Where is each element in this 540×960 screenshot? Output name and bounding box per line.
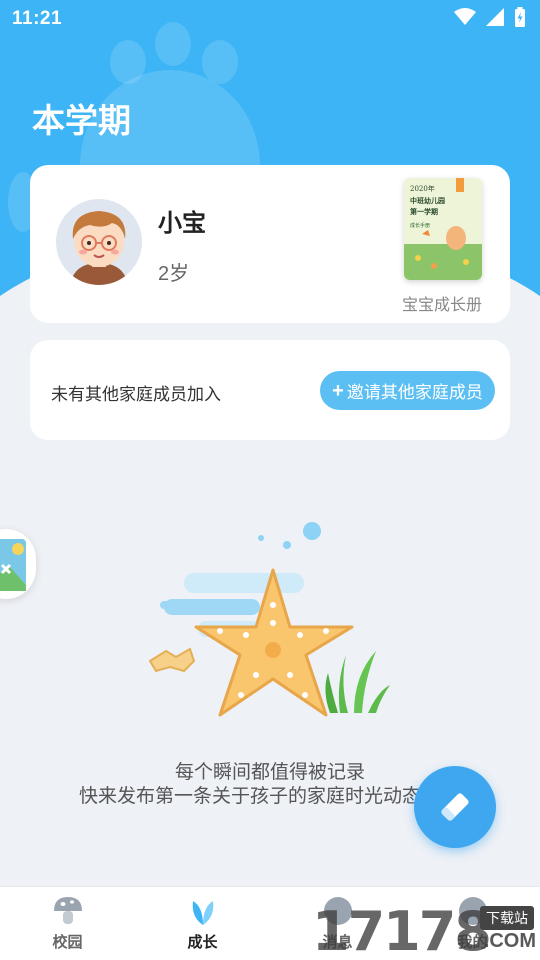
no-family-message: 未有其他家庭成员加入 bbox=[51, 385, 221, 404]
tab-label: 成长 bbox=[187, 934, 218, 951]
starfish-illustration bbox=[148, 522, 390, 717]
battery-icon bbox=[515, 7, 525, 27]
growth-book-label[interactable]: 宝宝成长册 bbox=[402, 291, 482, 315]
child-name: 小宝 bbox=[158, 210, 206, 237]
family-members-card: 未有其他家庭成员加入 + 邀请其他家庭成员 bbox=[30, 340, 510, 440]
watermark-domain: .COM bbox=[483, 930, 536, 952]
create-post-button[interactable] bbox=[414, 766, 496, 848]
invite-family-label: 邀请其他家庭成员 bbox=[346, 383, 483, 402]
status-bar: 11:21 bbox=[0, 0, 540, 36]
tab-campus[interactable]: 校园 bbox=[0, 887, 135, 960]
invite-family-button[interactable]: + 邀请其他家庭成员 bbox=[320, 371, 495, 410]
growth-book-cover[interactable]: 2020年 中班幼儿园 第一学期 成长手册 bbox=[404, 178, 482, 280]
tab-growth[interactable]: 成长 bbox=[135, 887, 270, 960]
page-title: 本学期 bbox=[32, 102, 131, 139]
image-icon bbox=[0, 539, 26, 591]
watermark-badge: 下载站 bbox=[480, 906, 534, 930]
child-avatar[interactable] bbox=[56, 199, 142, 285]
book-year: 2020年 bbox=[410, 184, 435, 193]
paw-toe-decoration bbox=[110, 40, 146, 84]
child-profile-card[interactable]: 小宝 2岁 2020年 中班幼儿园 第一学期 成长手册 宝宝成长册 bbox=[30, 165, 510, 323]
mushroom-icon bbox=[53, 897, 82, 924]
floating-image-button[interactable] bbox=[0, 529, 36, 599]
status-icons bbox=[454, 7, 526, 27]
site-watermark: 17178 下载站 .COM bbox=[312, 900, 540, 960]
watermark-digits: 17178 bbox=[312, 900, 492, 960]
signal-icon bbox=[486, 8, 504, 26]
child-age: 2岁 bbox=[158, 263, 190, 285]
tab-label: 校园 bbox=[52, 934, 83, 951]
book-footer: 成长手册 bbox=[410, 222, 430, 229]
leaf-icon bbox=[192, 901, 213, 925]
status-time: 11:21 bbox=[12, 8, 63, 29]
boy-avatar-icon bbox=[70, 211, 128, 285]
book-line1: 中班幼儿园 bbox=[410, 196, 445, 205]
paw-toe-decoration bbox=[202, 40, 238, 84]
book-line2: 第一学期 bbox=[410, 207, 438, 216]
plus-icon: + bbox=[332, 379, 344, 402]
edit-icon bbox=[441, 793, 469, 821]
wifi-icon bbox=[454, 8, 476, 25]
book-cover-image: 2020年 中班幼儿园 第一学期 成长手册 bbox=[404, 178, 482, 280]
